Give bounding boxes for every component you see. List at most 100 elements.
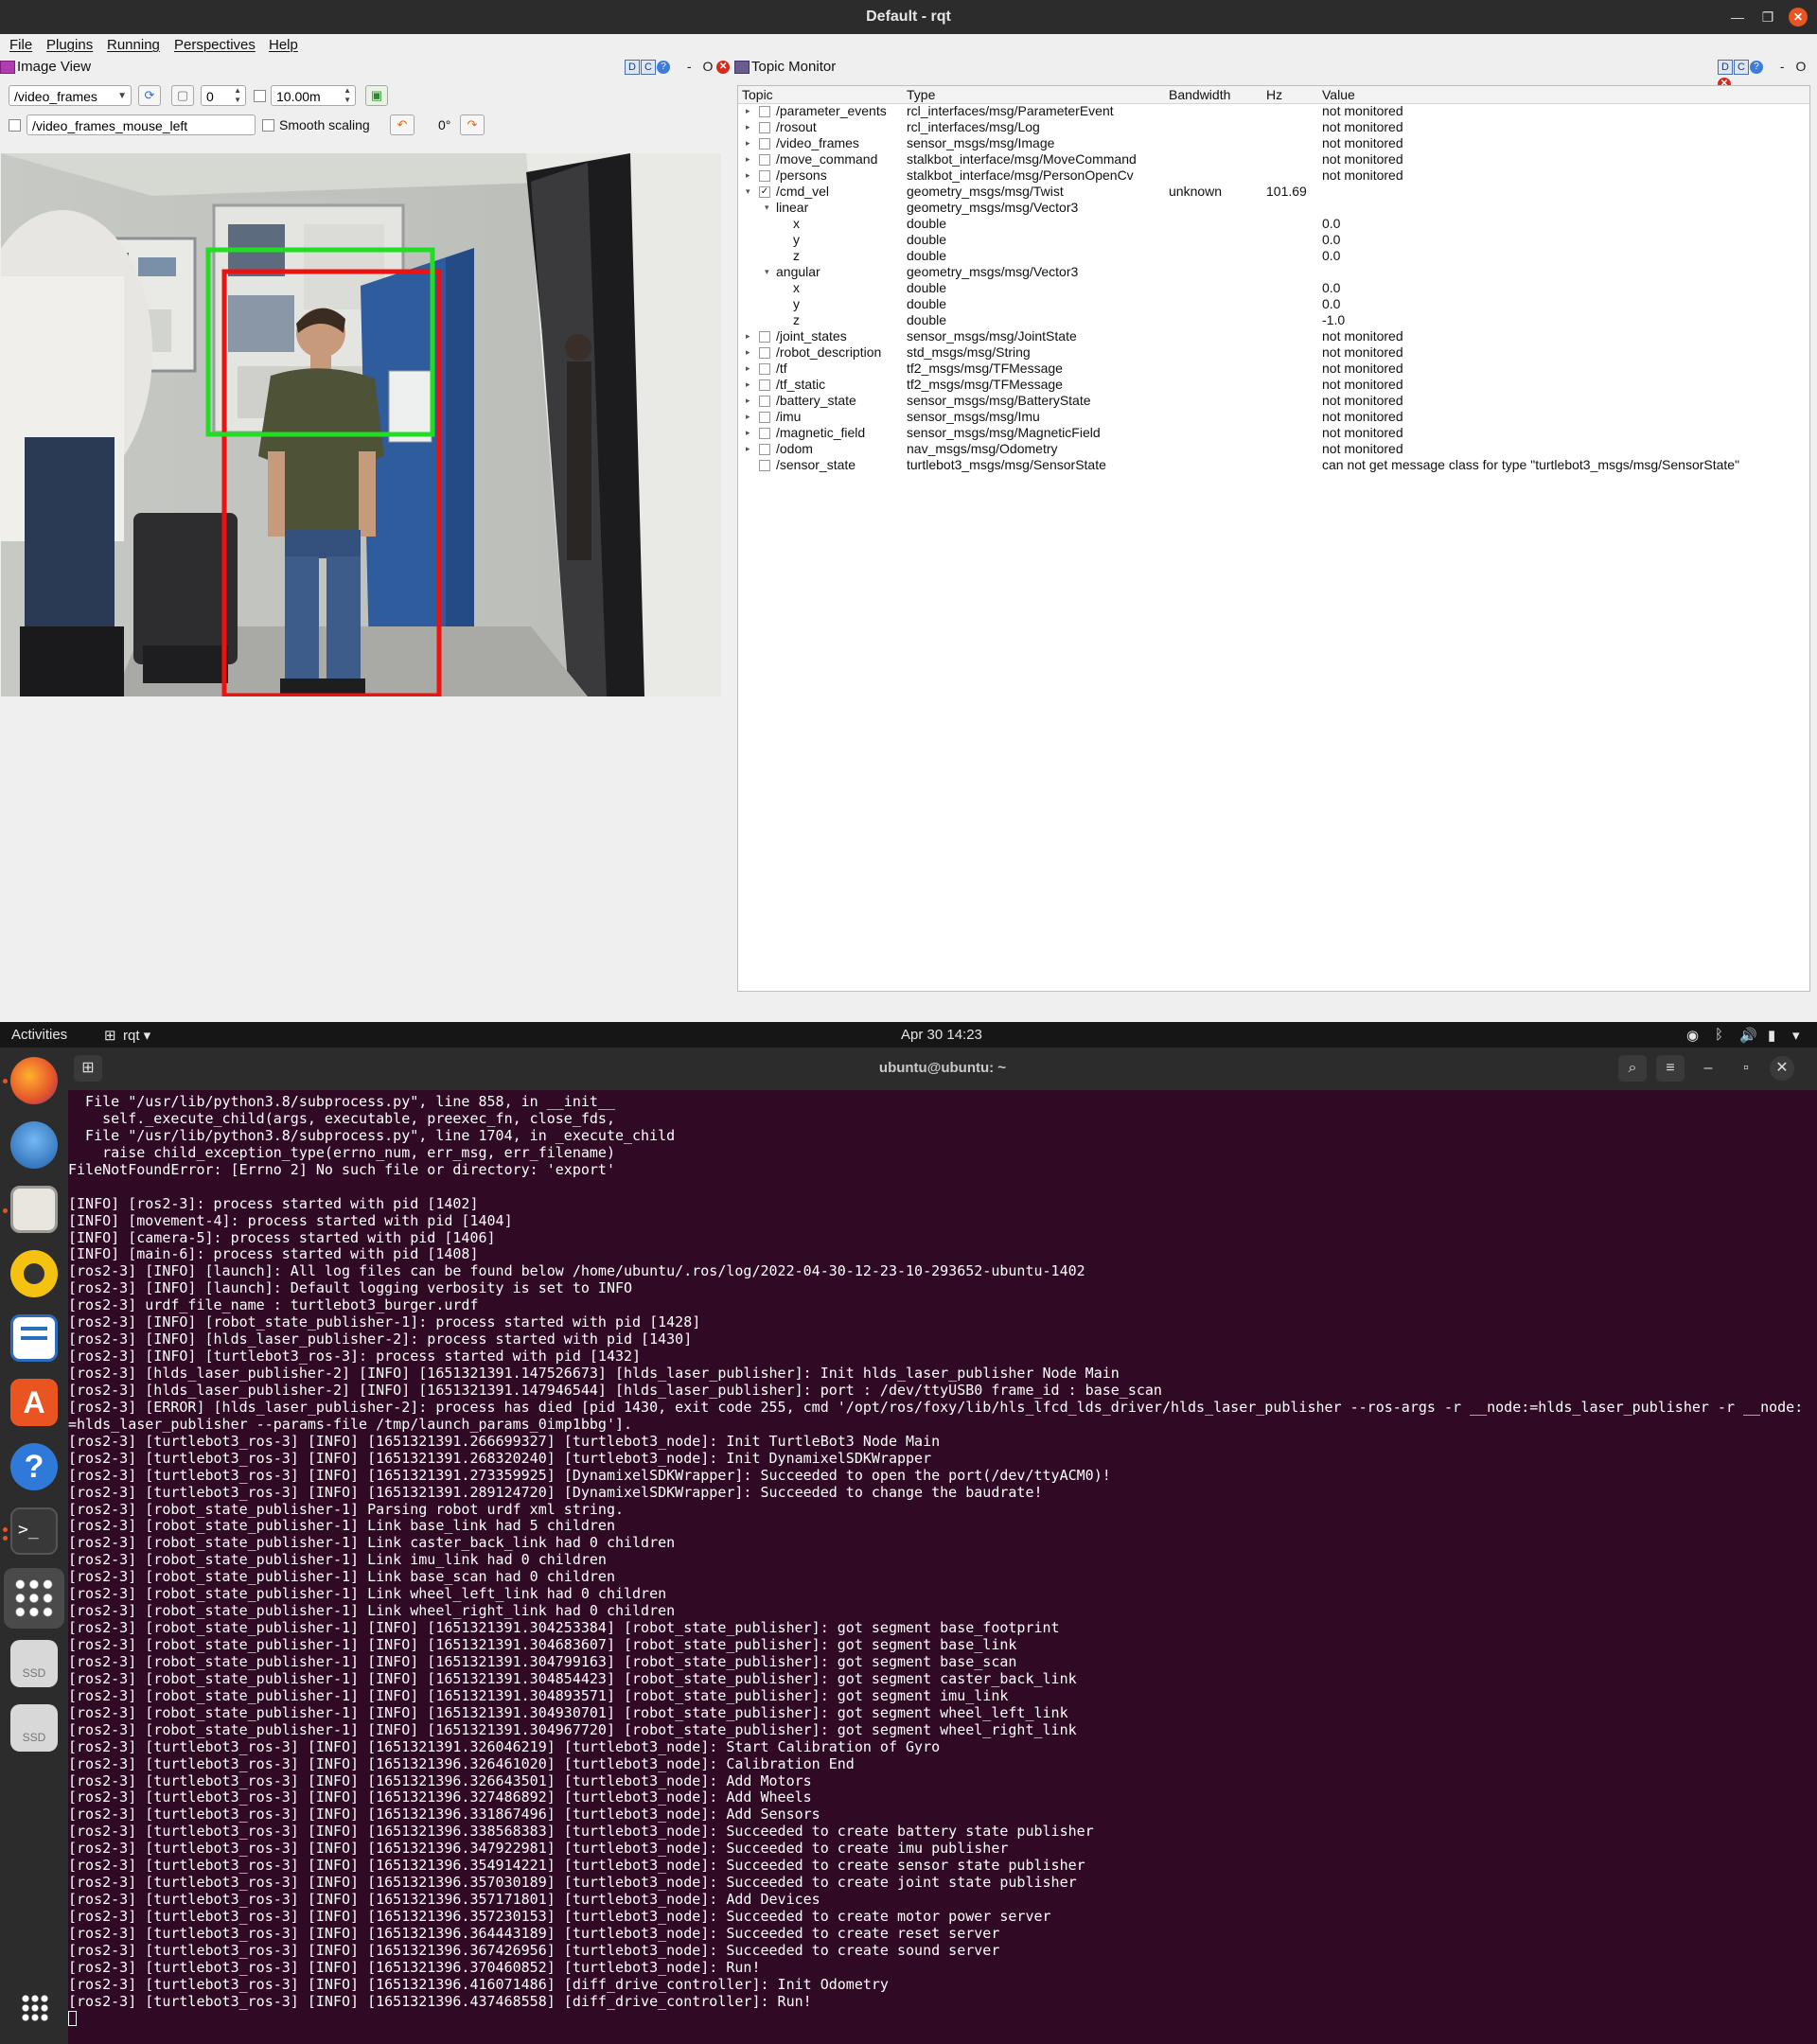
expand-arrow-icon[interactable]: ▸ [746, 377, 750, 393]
writer-icon[interactable] [10, 1314, 58, 1362]
drive-icon[interactable]: SSD [10, 1640, 58, 1687]
minimize-icon[interactable]: – [1694, 1055, 1722, 1082]
column-hz[interactable]: Hz [1266, 87, 1282, 102]
window-titlebar[interactable]: Default - rqt — ❐ ✕ [0, 0, 1817, 34]
thunderbird-icon[interactable] [10, 1121, 58, 1169]
table-row[interactable]: ▸ /tf_static tf2_msgs/msg/TFMessage not mon… [738, 377, 1809, 393]
maximize-icon[interactable]: ▫ [1732, 1055, 1760, 1082]
expand-arrow-icon[interactable]: ▾ [765, 264, 769, 280]
terminal-icon[interactable]: >_ [10, 1507, 58, 1555]
expand-arrow-icon[interactable]: ▸ [746, 441, 750, 457]
menu-help[interactable]: Help [269, 37, 298, 53]
expand-arrow-icon[interactable]: ▸ [746, 361, 750, 377]
monitor-checkbox[interactable] [759, 106, 770, 117]
expand-arrow-icon[interactable]: ▸ [746, 393, 750, 409]
battery-icon[interactable]: ▮ [1768, 1027, 1775, 1044]
reload-button[interactable]: C [1734, 60, 1749, 76]
expand-arrow-icon[interactable]: ▸ [746, 119, 750, 135]
float-dock-button[interactable]: O [1795, 59, 1806, 74]
table-row[interactable]: ▸ /video_frames sensor_msgs/msg/Image not m… [738, 135, 1809, 151]
help-button[interactable]: ? [1750, 61, 1763, 75]
terminal-headerbar[interactable]: ⊞ ubuntu@ubuntu: ~ ⌕ ≡ – ▫ ✕ [68, 1048, 1817, 1090]
close-icon[interactable]: ✕ [1789, 8, 1808, 26]
table-row[interactable]: /sensor_state turtlebot3_msgs/msg/SensorS… [738, 457, 1809, 473]
table-row[interactable]: ▸ /odom nav_msgs/msg/Odometry not monitored [738, 441, 1809, 457]
menu-perspectives[interactable]: Perspectives [174, 37, 256, 53]
table-row[interactable]: ▸ /persons stalkbot_interface/msg/PersonOp… [738, 167, 1809, 184]
minimize-icon[interactable]: — [1728, 8, 1747, 26]
table-row[interactable]: ▸ /move_command stalkbot_interface/msg/Mov… [738, 151, 1809, 167]
table-row[interactable]: ▸ /rosout rcl_interfaces/msg/Log not monito… [738, 119, 1809, 135]
reload-button[interactable]: C [641, 60, 656, 76]
video-frame[interactable] [1, 153, 721, 696]
monitor-checkbox[interactable] [759, 396, 770, 407]
table-row[interactable]: x double 0.0 [738, 280, 1809, 296]
column-type[interactable]: Type [907, 87, 935, 102]
app-menu[interactable]: rqt ▾ [123, 1027, 150, 1044]
monitor-checkbox[interactable] [759, 444, 770, 455]
table-row[interactable]: ▸ /parameter_events rcl_interfaces/msg/Par… [738, 103, 1809, 119]
expand-arrow-icon[interactable]: ▸ [746, 135, 750, 151]
menu-plugins[interactable]: Plugins [46, 37, 93, 53]
table-row[interactable]: y double 0.0 [738, 232, 1809, 248]
show-applications-icon[interactable] [21, 1994, 49, 2022]
menu-running[interactable]: Running [107, 37, 160, 53]
close-icon[interactable]: ✕ [1770, 1056, 1794, 1081]
expand-arrow-icon[interactable]: ▸ [746, 103, 750, 119]
table-row[interactable]: ▸ /battery_state sensor_msgs/msg/BatterySt… [738, 393, 1809, 409]
table-row[interactable]: z double -1.0 [738, 312, 1809, 328]
table-row[interactable]: ▸ /imu sensor_msgs/msg/Imu not monitored [738, 409, 1809, 425]
system-menu-icon[interactable]: ▾ [1792, 1027, 1800, 1044]
files-icon[interactable] [10, 1186, 58, 1233]
refresh-icon[interactable]: ⟳ [138, 85, 161, 106]
monitor-checkbox[interactable] [759, 331, 770, 343]
monitor-checkbox[interactable] [759, 412, 770, 423]
table-row[interactable]: z double 0.0 [738, 248, 1809, 264]
help-icon[interactable]: ? [10, 1443, 58, 1490]
max-range-checkbox[interactable] [254, 90, 266, 102]
monitor-checkbox[interactable] [759, 347, 770, 359]
max-range-spin[interactable]: 10.00m ▲ ▼ [271, 85, 356, 106]
table-row[interactable]: ▾ angular geometry_msgs/msg/Vector3 [738, 264, 1809, 280]
monitor-checkbox[interactable] [759, 170, 770, 182]
rotate-left-icon[interactable]: ↶ [390, 115, 415, 135]
column-topic[interactable]: Topic [742, 87, 773, 102]
monitor-checkbox[interactable] [759, 428, 770, 439]
show-apps-icon[interactable] [4, 1568, 64, 1629]
monitor-checkbox[interactable] [759, 460, 770, 471]
table-row[interactable]: ▸ /robot_description std_msgs/msg/String no… [738, 344, 1809, 361]
drive-icon[interactable]: SSD [10, 1704, 58, 1752]
monitor-checkbox[interactable] [759, 363, 770, 375]
table-row[interactable]: ▸ /joint_states sensor_msgs/msg/JointState… [738, 328, 1809, 344]
menu-file[interactable]: File [9, 37, 32, 53]
help-button[interactable]: ? [657, 61, 670, 75]
minimize-dock-button[interactable]: - [1780, 59, 1785, 74]
monitor-checkbox[interactable]: ✓ [759, 186, 770, 198]
expand-arrow-icon[interactable]: ▾ [746, 184, 750, 200]
monitor-checkbox[interactable] [759, 379, 770, 391]
expand-arrow-icon[interactable]: ▸ [746, 151, 750, 167]
close-dock-icon[interactable]: ✕ [716, 61, 731, 75]
software-icon[interactable]: A [10, 1379, 58, 1426]
monitor-checkbox[interactable] [759, 138, 770, 150]
terminal-output[interactable]: File "/usr/lib/python3.8/subprocess.py",… [68, 1094, 1817, 2040]
table-row[interactable]: ▸ /tf tf2_msgs/msg/TFMessage not monitored [738, 361, 1809, 377]
expand-arrow-icon[interactable]: ▾ [765, 200, 769, 216]
wifi-icon[interactable]: ◉ [1686, 1027, 1699, 1044]
spin-box[interactable]: 0 ▲ ▼ [201, 85, 246, 106]
expand-arrow-icon[interactable]: ▸ [746, 409, 750, 425]
topic-combo[interactable]: /video_frames ▼ [9, 85, 132, 106]
table-row[interactable]: ▾ ✓ /cmd_vel geometry_msgs/msg/Twist unknown… [738, 184, 1809, 200]
mouse-topic-input[interactable]: /video_frames_mouse_left [26, 115, 256, 135]
table-row[interactable]: x double 0.0 [738, 216, 1809, 232]
bluetooth-icon[interactable]: ᛒ [1715, 1027, 1723, 1043]
hamburger-menu-icon[interactable]: ≡ [1656, 1055, 1685, 1082]
clock[interactable]: Apr 30 14:23 [901, 1027, 982, 1043]
monitor-checkbox[interactable] [759, 154, 770, 166]
rhythmbox-icon[interactable] [10, 1250, 58, 1297]
expand-arrow-icon[interactable]: ▸ [746, 328, 750, 344]
search-icon[interactable]: ⌕ [1618, 1055, 1647, 1082]
table-row[interactable]: y double 0.0 [738, 296, 1809, 312]
column-value[interactable]: Value [1322, 87, 1355, 102]
expand-arrow-icon[interactable]: ▸ [746, 344, 750, 361]
